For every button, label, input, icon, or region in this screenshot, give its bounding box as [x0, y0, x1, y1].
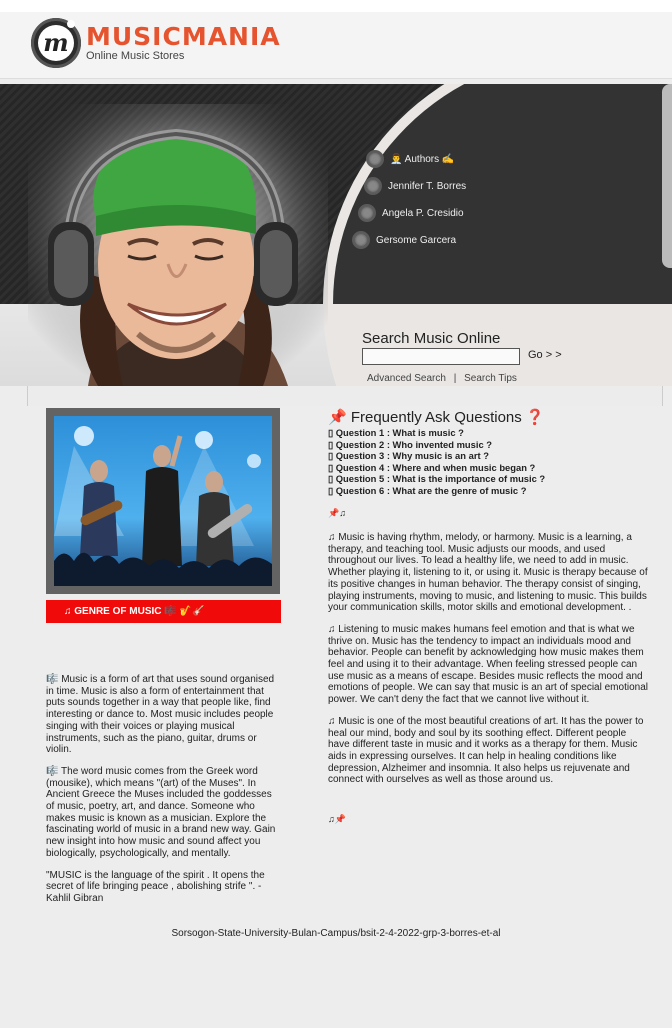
nav-item-label: Angela P. Cresidio	[382, 207, 464, 219]
music-intro-text: 🎼 Music is a form of art that uses sound…	[46, 674, 282, 915]
faq-question-link[interactable]: ▯ Question 1 : What is music ?	[328, 427, 545, 439]
nav-bullet-icon	[358, 204, 376, 222]
faq-body-text: ♫ Music is having rhythm, melody, or har…	[328, 532, 650, 796]
banner-side-tab	[662, 84, 672, 268]
faq-question-link[interactable]: ▯ Question 4 : Where and when music bega…	[328, 462, 545, 474]
faq-title: 📌 Frequently Ask Questions ❓	[328, 409, 545, 426]
hero-photo-headphone-man	[28, 104, 328, 386]
intro-paragraph: 🎼 Music is a form of art that uses sound…	[46, 674, 275, 756]
band-concert-photo	[54, 416, 272, 586]
band-photo-frame	[46, 408, 280, 594]
nav-item-authors[interactable]: 👨‍💼 Authors ✍	[366, 150, 454, 168]
nav-item-author-1[interactable]: Jennifer T. Borres	[364, 177, 466, 195]
quote-paragraph: "MUSIC is the language of the spirit . I…	[46, 869, 265, 904]
footer-credit: Sorsogon-State-University-Bulan-Campus/b…	[171, 928, 501, 939]
faq-question-list: ▯ Question 1 : What is music ? ▯ Questio…	[328, 427, 545, 497]
brand-name[interactable]: MUSICMANIA	[86, 22, 281, 51]
faq-question-link[interactable]: ▯ Question 6 : What are the genre of mus…	[328, 485, 545, 497]
faq-question-link[interactable]: ▯ Question 2 : Who invented music ?	[328, 439, 545, 451]
logo-letter: m	[38, 25, 74, 61]
nav-item-label: Jennifer T. Borres	[388, 180, 467, 192]
search-tips-link[interactable]: Search Tips	[464, 373, 517, 384]
search-links: Advanced Search | Search Tips	[367, 373, 517, 384]
faq-paragraph: ♫ Music is having rhythm, melody, or har…	[328, 532, 648, 614]
top-strip	[0, 0, 672, 12]
nav-item-author-3[interactable]: Gersome Garcera	[352, 231, 456, 249]
nav-item-label: Gersome Garcera	[376, 234, 457, 246]
intro-paragraph: 🎼 The word music comes from the Greek wo…	[46, 765, 276, 859]
faq-question-link[interactable]: ▯ Question 3 : Why music is an art ?	[328, 450, 545, 462]
faq-question-link[interactable]: ▯ Question 5 : What is the importance of…	[328, 473, 545, 485]
site-header: m MUSICMANIA Online Music Stores	[0, 12, 672, 79]
content-panel-top	[27, 386, 663, 406]
logo-icon[interactable]: m	[31, 18, 81, 68]
search-input[interactable]	[362, 348, 520, 365]
hero-banner: 👨‍💼 Authors ✍ Jennifer T. Borres Angela …	[0, 84, 672, 386]
nav-bullet-icon	[366, 150, 384, 168]
nav-item-label: 👨‍💼 Authors ✍	[390, 153, 455, 165]
advanced-search-link[interactable]: Advanced Search	[367, 373, 446, 384]
logo-note-dot	[67, 20, 75, 28]
nav-bullet-icon	[352, 231, 370, 249]
faq-paragraph: ♫ Listening to music makes humans feel e…	[328, 623, 648, 706]
faq-paragraph: ♫ Music is one of the most beautiful cre…	[328, 715, 644, 786]
brand-tagline: Online Music Stores	[86, 50, 185, 62]
nav-bullet-icon	[364, 177, 382, 195]
search-title: Search Music Online	[362, 330, 501, 347]
search-go-button[interactable]: Go > >	[528, 349, 562, 361]
search-links-separator: |	[453, 373, 457, 384]
nav-item-author-2[interactable]: Angela P. Cresidio	[358, 204, 464, 222]
note-pin-icon: ♫📌	[328, 814, 346, 824]
pin-note-icon: 📌♫	[328, 508, 346, 518]
genre-of-music-button[interactable]: ♫ GENRE OF MUSIC 🎼 🎷🎸	[46, 600, 281, 623]
